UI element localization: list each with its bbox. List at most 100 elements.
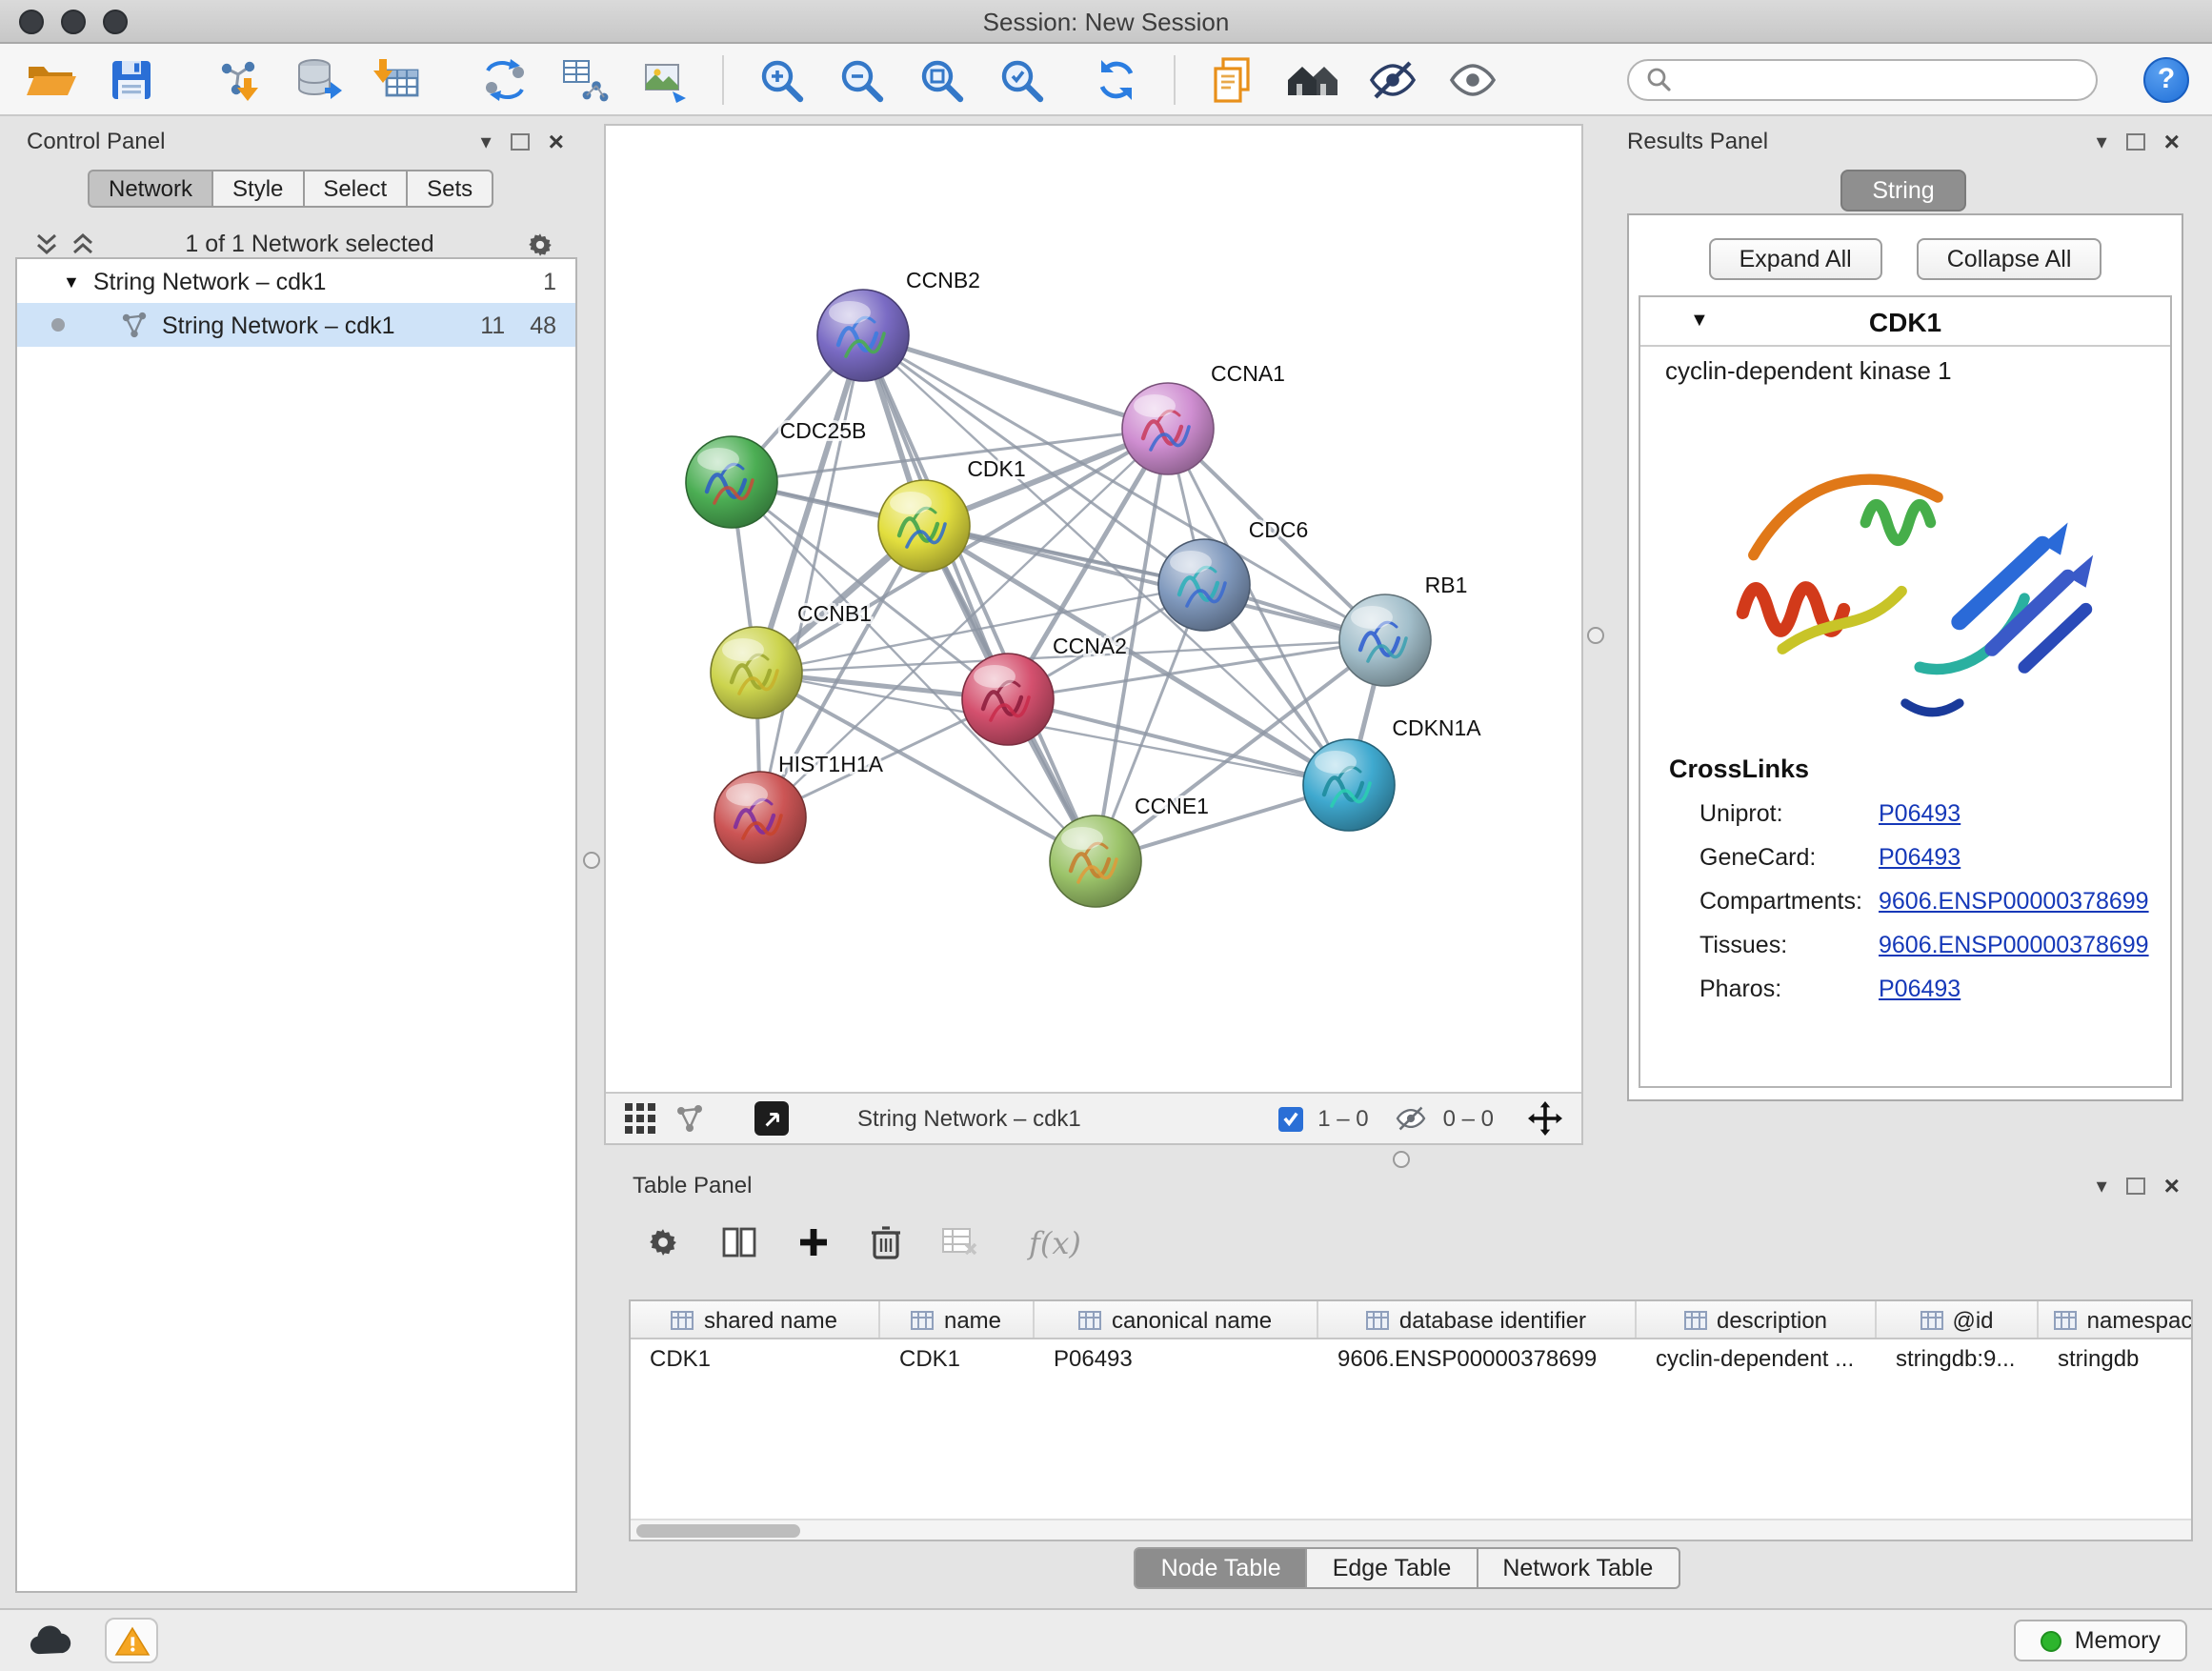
column-header-database-identifier[interactable]: database identifier [1318, 1301, 1637, 1338]
copy-document-button[interactable] [1204, 50, 1261, 108]
help-button[interactable]: ? [2143, 56, 2189, 102]
gear-icon[interactable] [524, 228, 556, 260]
float-panel-icon[interactable] [2126, 132, 2145, 150]
node-CDKN1A[interactable] [1303, 739, 1395, 831]
share-network-icon[interactable] [674, 1103, 705, 1134]
save-session-button[interactable] [103, 50, 160, 108]
show-all-button[interactable] [1444, 50, 1501, 108]
search-input[interactable] [1682, 66, 2079, 92]
node-CCNB1[interactable] [711, 627, 802, 718]
node-CDC6[interactable] [1158, 539, 1250, 631]
network-collection-row[interactable]: ▼ String Network – cdk1 1 [17, 259, 575, 303]
panel-menu-icon[interactable]: ▾ [2097, 1173, 2107, 1198]
zoom-out-button[interactable] [833, 50, 890, 108]
search-field[interactable] [1627, 58, 2098, 100]
import-table-button[interactable] [370, 50, 427, 108]
gear-icon[interactable] [644, 1223, 682, 1261]
expand-all-button[interactable]: Expand All [1709, 238, 1882, 280]
crosslink-uniprot-link[interactable]: P06493 [1879, 799, 1961, 826]
float-panel-icon[interactable] [2126, 1177, 2145, 1194]
disclosure-triangle-icon[interactable]: ▼ [1690, 311, 1709, 332]
maximize-window-button[interactable] [103, 9, 128, 33]
crosslink-genecard-link[interactable]: P06493 [1879, 843, 1961, 870]
close-panel-icon[interactable]: × [2164, 1172, 2180, 1198]
import-network-database-button[interactable] [290, 50, 347, 108]
table-cell[interactable]: 9606.ENSP00000378699 [1318, 1339, 1637, 1379]
expand-all-icon[interactable] [70, 231, 95, 257]
node-CDK1[interactable] [878, 480, 970, 572]
node-RB1[interactable] [1339, 594, 1431, 686]
node-CDC25B[interactable] [686, 436, 777, 528]
add-column-icon[interactable] [796, 1225, 831, 1259]
grid-view-icon[interactable] [625, 1103, 655, 1134]
horizontal-scrollbar[interactable] [631, 1519, 2191, 1540]
home-button[interactable] [1284, 50, 1341, 108]
table-tab-network-table[interactable]: Network Table [1476, 1547, 1679, 1589]
gene-header[interactable]: ▼ CDK1 [1640, 297, 2170, 347]
column-header-description[interactable]: description [1637, 1301, 1877, 1338]
tab-network[interactable]: Network [88, 170, 213, 208]
warnings-button[interactable] [105, 1618, 158, 1663]
collapse-all-icon[interactable] [34, 231, 59, 257]
table-tab-node-table[interactable]: Node Table [1135, 1547, 1308, 1589]
zoom-fit-button[interactable] [913, 50, 970, 108]
export-image-button[interactable] [636, 50, 694, 108]
import-network-file-button[interactable] [210, 50, 267, 108]
column-header-shared-name[interactable]: shared name [631, 1301, 880, 1338]
selected-checkbox-icon[interactable] [1277, 1106, 1302, 1131]
node-CCNB2[interactable] [817, 290, 909, 381]
splitter-handle[interactable] [1587, 627, 1604, 644]
open-in-new-window-button[interactable] [754, 1101, 789, 1136]
table-cell[interactable]: CDK1 [880, 1339, 1035, 1379]
scrollbar-thumb[interactable] [636, 1524, 800, 1538]
edge-CDK1-RB1[interactable] [924, 526, 1385, 640]
crosslink-pharos-link[interactable]: P06493 [1879, 975, 1961, 1001]
crosslink-tissues-link[interactable]: 9606.ENSP00000378699 [1879, 931, 2149, 957]
refresh-view-button[interactable] [1088, 50, 1145, 108]
splitter-handle[interactable] [1393, 1151, 1410, 1168]
tab-select[interactable]: Select [302, 170, 408, 208]
open-session-button[interactable] [23, 50, 80, 108]
new-network-selection-button[interactable] [476, 50, 533, 108]
cloud-icon[interactable] [25, 1622, 78, 1659]
close-panel-icon[interactable]: × [549, 128, 564, 154]
hidden-eye-slash-icon[interactable] [1396, 1105, 1428, 1132]
show-columns-icon[interactable] [720, 1223, 758, 1261]
column-header-name[interactable]: name [880, 1301, 1035, 1338]
zoom-selected-button[interactable] [993, 50, 1050, 108]
network-canvas[interactable]: CCNB2CCNA1CDC25BCDK1CDC6RB1CCNB1CCNA2CDK… [606, 126, 1585, 1096]
panel-menu-icon[interactable]: ▾ [481, 129, 492, 153]
close-window-button[interactable] [19, 9, 44, 33]
edge-CCNB2-HIST1H1A[interactable] [760, 335, 863, 817]
panel-menu-icon[interactable]: ▾ [2097, 129, 2107, 153]
node-CCNE1[interactable] [1050, 815, 1141, 907]
function-builder-button[interactable]: f(x) [1029, 1224, 1081, 1260]
table-row[interactable]: CDK1CDK1P064939606.ENSP00000378699cyclin… [631, 1339, 2191, 1379]
table-cell[interactable]: P06493 [1035, 1339, 1318, 1379]
table-cell[interactable]: stringdb [2039, 1339, 2193, 1379]
disclosure-triangle-icon[interactable]: ▼ [63, 272, 80, 291]
table-cell[interactable]: CDK1 [631, 1339, 880, 1379]
node-HIST1H1A[interactable] [714, 772, 806, 863]
column-header--id[interactable]: @id [1877, 1301, 2039, 1338]
delete-column-icon[interactable] [869, 1223, 903, 1261]
table-cell[interactable]: cyclin-dependent ... [1637, 1339, 1877, 1379]
column-header-canonical-name[interactable]: canonical name [1035, 1301, 1318, 1338]
edge-CCNB2-CCNA1[interactable] [863, 335, 1168, 429]
node-CCNA2[interactable] [962, 654, 1054, 745]
tab-style[interactable]: Style [211, 170, 304, 208]
splitter-handle[interactable] [583, 852, 600, 869]
edge-CCNB2-CCNE1[interactable] [863, 335, 1096, 861]
network-row[interactable]: String Network – cdk1 11 48 [17, 303, 575, 347]
close-panel-icon[interactable]: × [2164, 128, 2180, 154]
hide-selected-button[interactable] [1364, 50, 1421, 108]
crosslink-compartments-link[interactable]: 9606.ENSP00000378699 [1879, 887, 2149, 914]
tab-string[interactable]: String [1840, 170, 1966, 211]
memory-button[interactable]: Memory [2014, 1620, 2187, 1661]
float-panel-icon[interactable] [511, 132, 530, 150]
minimize-window-button[interactable] [61, 9, 86, 33]
table-tab-edge-table[interactable]: Edge Table [1306, 1547, 1478, 1589]
zoom-in-button[interactable] [753, 50, 810, 108]
column-header-namespac[interactable]: namespac [2039, 1301, 2193, 1338]
move-crosshair-icon[interactable] [1528, 1101, 1562, 1136]
